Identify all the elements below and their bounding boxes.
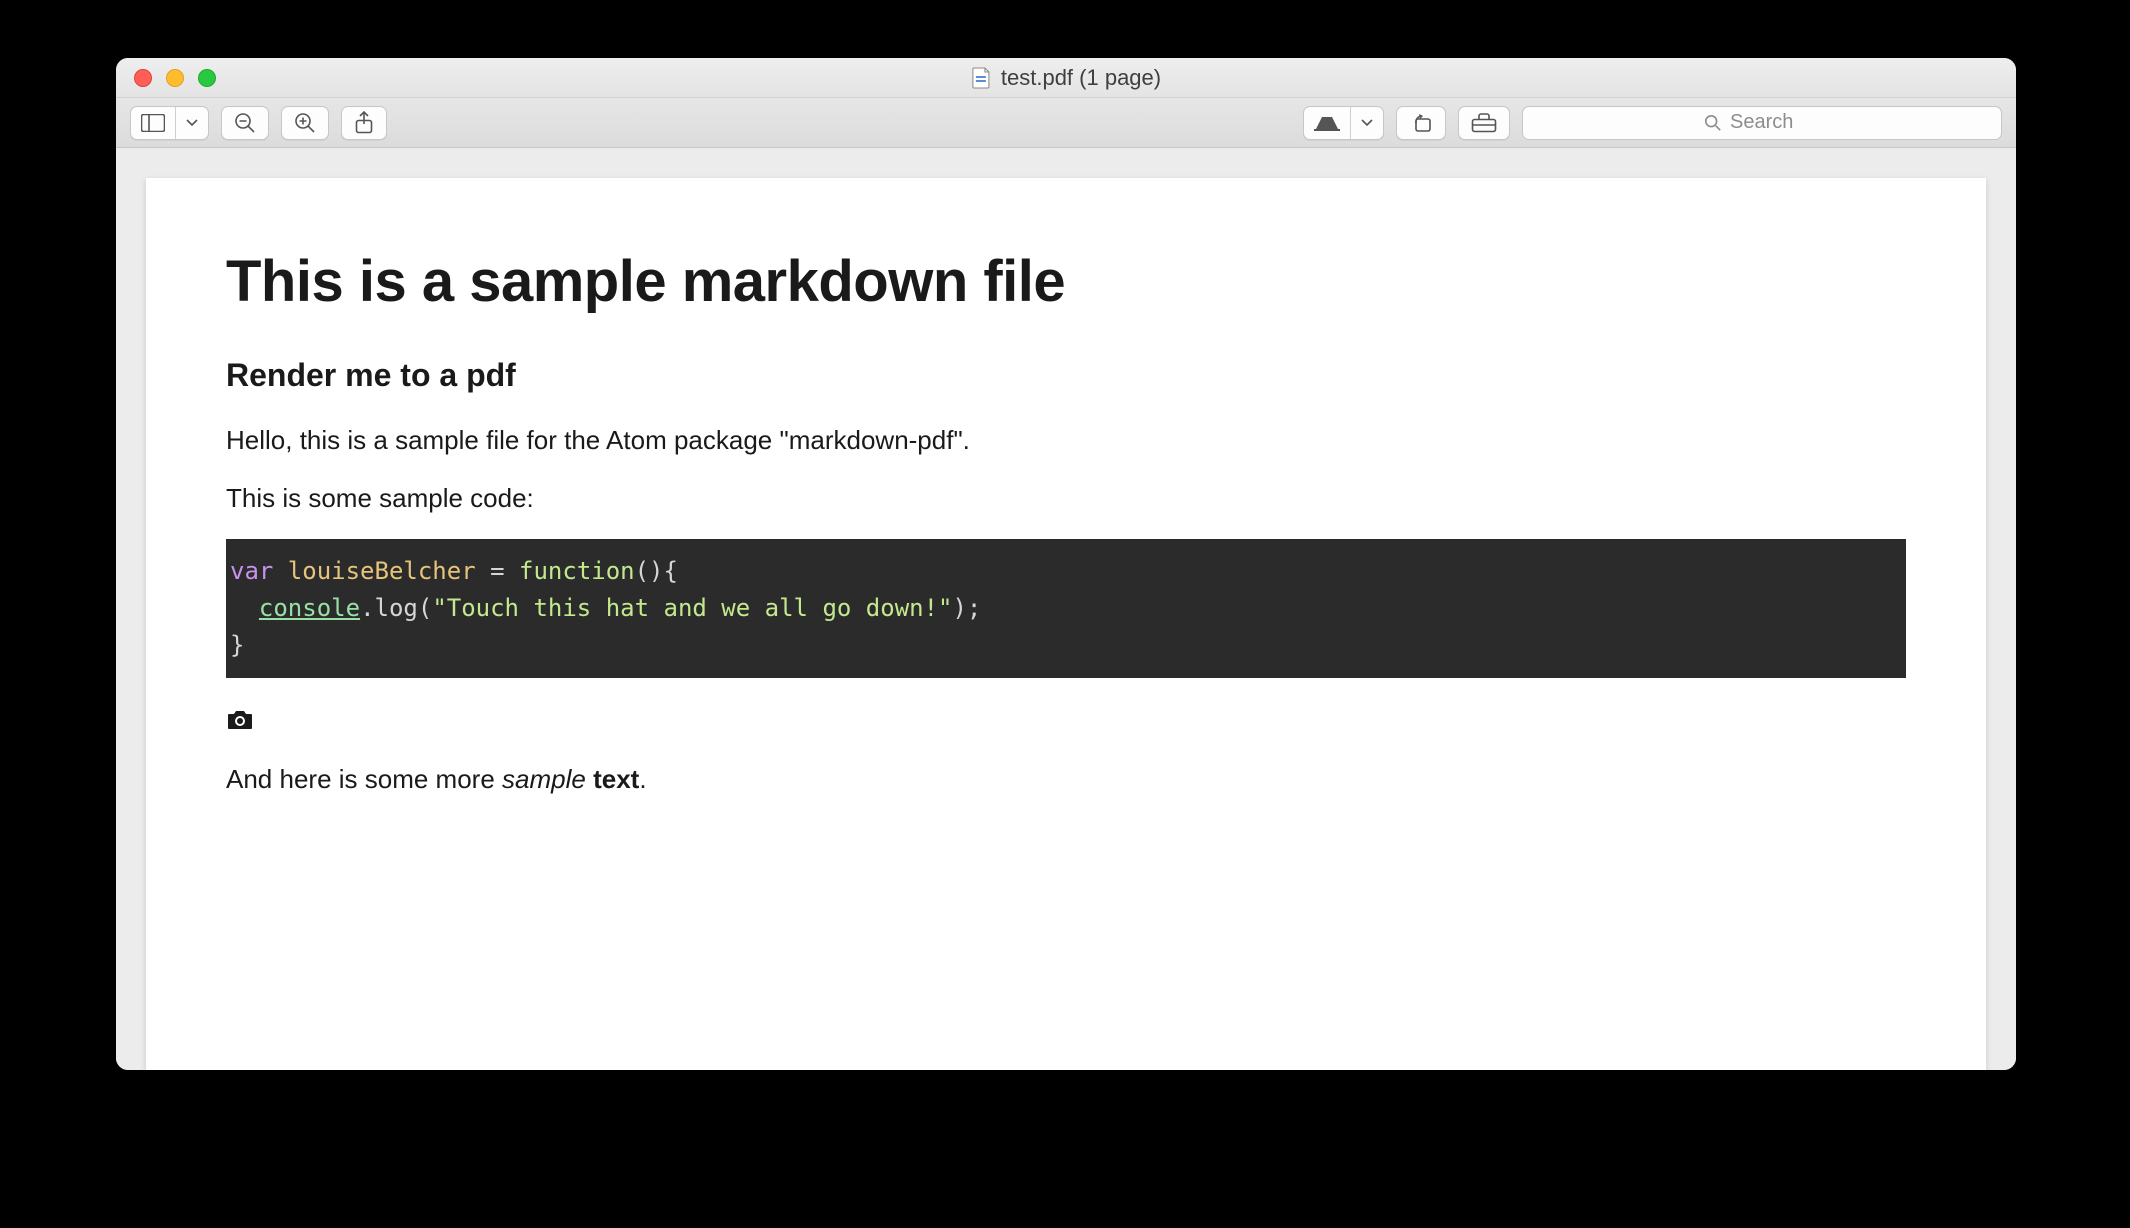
markup-button[interactable] <box>1303 106 1384 140</box>
code-token: } <box>230 631 244 659</box>
document-viewport[interactable]: This is a sample markdown file Render me… <box>116 148 2016 1070</box>
chevron-down-icon <box>1350 107 1383 139</box>
markup-toolbox-button[interactable] <box>1458 106 1510 140</box>
close-window-button[interactable] <box>134 69 152 87</box>
rotate-icon <box>1409 112 1433 134</box>
share-button[interactable] <box>341 106 387 140</box>
share-icon <box>354 111 374 135</box>
pdf-page: This is a sample markdown file Render me… <box>146 178 1986 1070</box>
search-field[interactable] <box>1522 106 2002 140</box>
titlebar: test.pdf (1 page) <box>116 58 2016 98</box>
text-italic: sample <box>502 764 586 794</box>
text-run: . <box>639 764 646 794</box>
window-title-text: test.pdf (1 page) <box>1001 65 1161 91</box>
view-mode-button[interactable] <box>130 106 209 140</box>
search-icon <box>1704 114 1722 132</box>
doc-paragraph: Hello, this is a sample file for the Ato… <box>226 422 1906 458</box>
chevron-down-icon <box>175 107 208 139</box>
toolbar <box>116 98 2016 148</box>
doc-heading-1: This is a sample markdown file <box>226 248 1906 315</box>
window-title: test.pdf (1 page) <box>971 65 1161 91</box>
code-block: var louiseBelcher = function(){ console.… <box>226 539 1906 679</box>
zoom-out-icon <box>234 112 256 134</box>
doc-heading-2: Render me to a pdf <box>226 357 1906 394</box>
search-input[interactable] <box>1730 111 1820 134</box>
code-token: console <box>259 594 360 622</box>
sidebar-icon <box>131 107 175 139</box>
file-icon <box>971 67 991 89</box>
markup-pen-icon <box>1304 107 1350 139</box>
rotate-button[interactable] <box>1396 106 1446 140</box>
text-run <box>586 764 593 794</box>
code-token: function <box>519 557 635 585</box>
code-token: .log( <box>360 594 432 622</box>
code-token: ); <box>952 594 981 622</box>
code-token <box>230 594 259 622</box>
zoom-in-icon <box>294 112 316 134</box>
text-run: And here is some more <box>226 764 502 794</box>
preview-window: test.pdf (1 page) <box>116 58 2016 1070</box>
missing-image-placeholder <box>226 706 254 732</box>
zoom-out-button[interactable] <box>221 106 269 140</box>
minimize-window-button[interactable] <box>166 69 184 87</box>
doc-paragraph: This is some sample code: <box>226 480 1906 516</box>
toolbox-icon <box>1471 113 1497 133</box>
doc-paragraph: And here is some more sample text. <box>226 761 1906 797</box>
traffic-lights <box>116 69 216 87</box>
code-token: var <box>230 557 273 585</box>
code-token: (){ <box>635 557 678 585</box>
code-token: louiseBelcher <box>273 557 490 585</box>
zoom-in-button[interactable] <box>281 106 329 140</box>
code-token: "Touch this hat and we all go down!" <box>432 594 952 622</box>
text-bold: text <box>593 764 639 794</box>
code-token: = <box>490 557 519 585</box>
fullscreen-window-button[interactable] <box>198 69 216 87</box>
camera-icon <box>226 706 254 732</box>
